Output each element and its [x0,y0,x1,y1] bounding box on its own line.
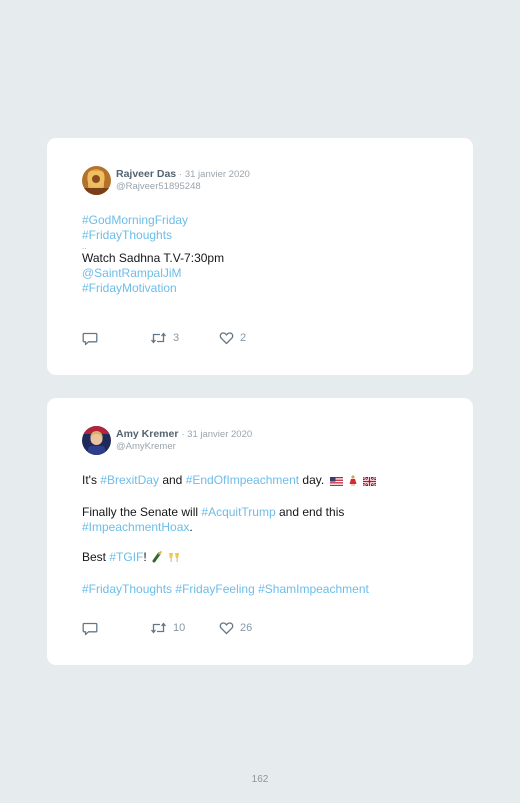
like-button[interactable]: 2 [219,330,246,346]
text-fragment: Finally the Senate will [82,505,202,519]
retweet-count: 10 [173,622,186,634]
text-fragment: and end this [275,505,345,519]
text-paragraph: Finally the Senate will #AcquitTrump and… [82,505,442,535]
author-line: Amy Kremer · 31 janvier 2020 [116,428,252,440]
hashtag-link[interactable]: #ImpeachmentHoax [82,520,189,534]
tweet-actions: 10 26 [82,620,442,636]
text-paragraph: Best #TGIF! [82,550,442,567]
hashtag-link[interactable]: #FridayMotivation [82,281,177,295]
author-handle[interactable]: @Rajveer51895248 [116,181,201,192]
text-fragment: . [189,520,193,534]
heart-icon [219,331,234,345]
hashtag-link[interactable]: #FridayThoughts [82,582,172,596]
hashtag-link[interactable]: #FridayFeeling [175,582,254,596]
tweet-card: Rajveer Das · 31 janvier 2020 @Rajveer51… [47,138,473,375]
hashtag-link[interactable]: #EndOfImpeachment [186,473,299,487]
tweet-header: Amy Kremer · 31 janvier 2020 @AmyKremer [82,426,442,456]
retweet-icon [150,621,167,635]
text-fragment: It's [82,473,101,487]
reply-icon [82,621,98,636]
author-name[interactable]: Amy Kremer [116,428,178,440]
like-count: 2 [240,332,247,344]
tweet-text: #GodMorningFriday #FridayThoughts .. Wat… [82,213,442,296]
retweet-icon [150,331,167,345]
author-line: Rajveer Das · 31 janvier 2020 [116,168,250,180]
hashtag-link[interactable]: #AcquitTrump [201,505,275,519]
text-fragment: and [158,473,186,487]
tweet-text: It's #BrexitDay and #EndOfImpeachment da… [82,473,442,597]
champagne-bottle-icon [152,551,163,567]
reply-button[interactable] [82,330,98,346]
ellipsis-text: .. [82,242,87,251]
hashtag-link[interactable]: #ShamImpeachment [258,582,369,596]
author-name[interactable]: Rajveer Das [116,168,176,180]
retweet-button[interactable]: 10 [150,620,185,636]
avatar[interactable] [82,166,111,195]
clinking-glasses-icon [168,551,180,567]
page-number: 162 [251,774,269,785]
hashtag-link[interactable]: #FridayThoughts [82,228,172,242]
reply-icon [82,331,98,346]
us-flag-icon [329,475,343,490]
tweet-date: · 31 janvier 2020 [181,429,253,440]
text-paragraph: #FridayThoughts #FridayFeeling #ShamImpe… [82,582,442,597]
mention-link[interactable]: @SaintRampalJiM [82,266,182,280]
text-line: Watch Sadhna T.V-7:30pm [82,251,225,265]
reply-button[interactable] [82,620,98,636]
author-handle[interactable]: @AmyKremer [116,441,176,452]
hashtag-link[interactable]: #TGIF [109,550,143,564]
tweet-actions: 3 2 [82,330,442,346]
tweet-card: Amy Kremer · 31 janvier 2020 @AmyKremer … [47,398,473,665]
tweet-header: Rajveer Das · 31 janvier 2020 @Rajveer51… [82,166,442,196]
hashtag-link[interactable]: #BrexitDay [100,473,159,487]
like-count: 26 [240,622,253,634]
avatar[interactable] [82,426,111,455]
text-fragment: ! [143,550,147,564]
hashtag-link[interactable]: #GodMorningFriday [82,213,188,227]
like-button[interactable]: 26 [219,620,252,636]
retweet-button[interactable]: 3 [150,330,179,346]
tweet-date: · 31 janvier 2020 [179,169,250,180]
retweet-count: 3 [173,332,180,344]
heart-icon [219,621,234,635]
uk-flag-icon [362,475,377,490]
text-fragment: day. [299,473,325,487]
text-fragment: Best [82,550,110,564]
text-paragraph: It's #BrexitDay and #EndOfImpeachment da… [82,473,442,490]
dancing-woman-icon [348,475,358,490]
